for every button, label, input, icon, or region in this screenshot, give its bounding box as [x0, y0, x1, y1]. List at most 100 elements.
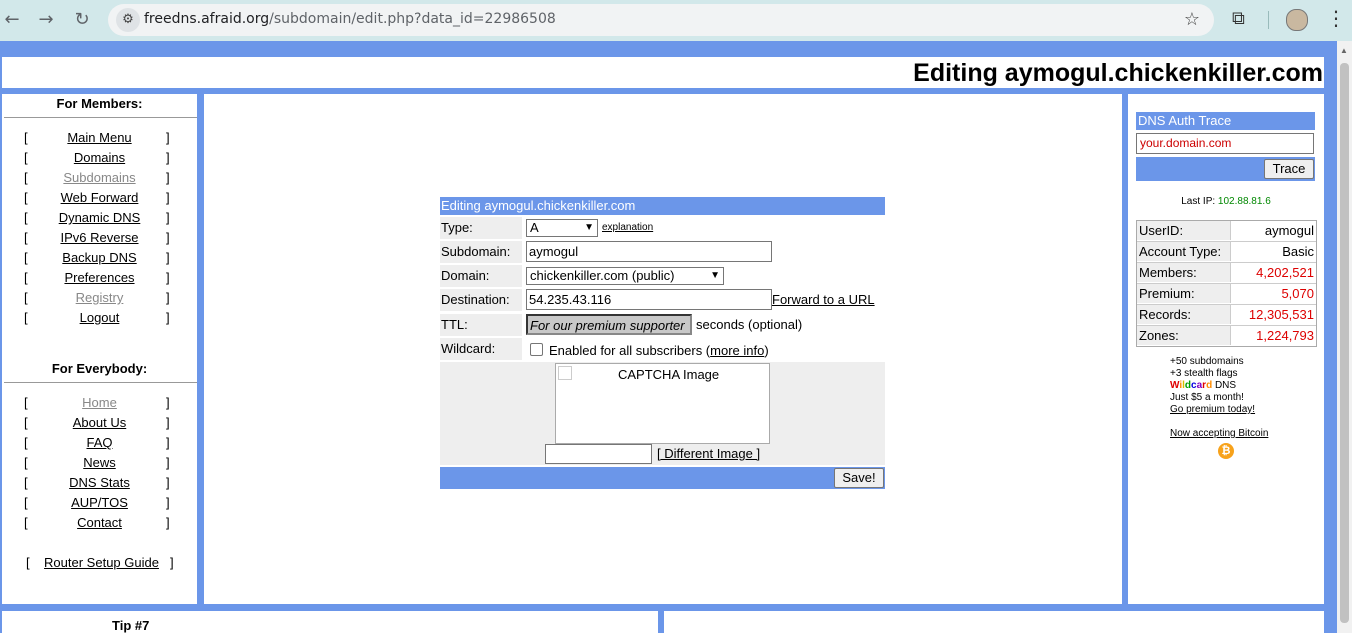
domain-select-value: chickenkiller.com (public) — [530, 268, 675, 283]
wildcard-close-paren: ) — [764, 343, 769, 358]
footer-left-panel: Tip #7 — [2, 611, 658, 633]
bracket-open: [ — [24, 310, 28, 325]
bracket-open: [ — [24, 270, 28, 285]
stats-key: Records: — [1137, 305, 1231, 324]
bracket-open: [ — [24, 210, 28, 225]
sidebar-item-subdomains: Subdomains[] — [2, 170, 197, 190]
forward-icon[interactable]: → — [34, 8, 58, 32]
wildcard-description: Enabled for all subscribers ( — [549, 343, 711, 358]
dns-trace-bar: Trace — [1136, 157, 1315, 181]
everybody-heading: For Everybody: — [51, 361, 148, 376]
promo-line: DNS — [1212, 380, 1237, 391]
stats-row: UserID: aymogul — [1137, 221, 1316, 242]
save-button[interactable]: Save! — [834, 468, 884, 488]
domain-field-wrap: chickenkiller.com (public) ▼ — [526, 267, 724, 285]
address-bar[interactable]: ⚙ freedns.afraid.org/subdomain/edit.php?… — [108, 4, 1214, 36]
wildcard-letter: W — [1170, 380, 1180, 391]
sidebar-item-news: News[] — [2, 455, 197, 475]
captcha-area: CAPTCHA Image [ Different Image ] — [440, 362, 885, 465]
last-ip-value: 102.88.81.6 — [1217, 196, 1271, 207]
sidebar-item-aup-tos: AUP/TOS[] — [2, 495, 197, 515]
page-banner: Editing aymogul.chickenkiller.com — [2, 57, 1324, 88]
bitcoin-icon: ₿ — [1218, 443, 1234, 459]
back-icon[interactable]: ← — [0, 8, 24, 32]
left-sidebar: For Members: Main Menu[] Domains[] Subdoma… — [2, 94, 197, 604]
forward-to-url-link[interactable]: Forward to a URL — [772, 292, 875, 307]
bracket-open: [ — [24, 150, 28, 165]
subdomain-input[interactable]: aymogul — [526, 241, 772, 262]
bracket-open: [ — [24, 495, 28, 510]
bracket-close: ] — [166, 415, 170, 430]
different-image-link[interactable]: [ Different Image ] — [657, 446, 760, 461]
stats-row: Members: 4,202,521 — [1137, 263, 1316, 284]
bracket-close: ] — [166, 170, 170, 185]
captcha-input[interactable] — [545, 444, 652, 464]
sidebar-item-backup-dns: Backup DNS[] — [2, 250, 197, 270]
sidebar-item-about-us: About Us[] — [2, 415, 197, 435]
bracket-close: ] — [166, 250, 170, 265]
browser-toolbar: ← → ↻ ⚙ freedns.afraid.org/subdomain/edi… — [0, 0, 1352, 41]
stats-key: UserID: — [1137, 221, 1231, 240]
browser-menu-icon[interactable]: ⋮ — [1326, 6, 1346, 30]
dns-trace-input[interactable]: your.domain.com — [1136, 133, 1314, 154]
bracket-open: [ — [24, 395, 28, 410]
type-select-value: A — [530, 220, 539, 235]
url-text[interactable]: freedns.afraid.org/subdomain/edit.php?da… — [144, 11, 556, 27]
sidebar-item-router-setup-guide: [ Router Setup Guide ] — [2, 555, 197, 575]
account-stats-table: UserID: aymogul Account Type: Basic Members:… — [1136, 220, 1317, 347]
bracket-open: [ — [24, 250, 28, 265]
bracket-close: ] — [166, 475, 170, 490]
captcha-alt-text: CAPTCHA Image — [618, 367, 720, 382]
stats-value: 4,202,521 — [1256, 265, 1314, 280]
wildcard-text: Enabled for all subscribers (more info) — [549, 343, 769, 358]
extensions-icon[interactable]: ⧉ — [1232, 8, 1245, 29]
members-heading: For Members: — [56, 96, 143, 111]
domain-select[interactable]: chickenkiller.com (public) ▼ — [526, 267, 724, 285]
url-host: freedns.afraid.org — [144, 11, 270, 27]
sidebar-item-logout: Logout[] — [2, 310, 197, 330]
ttl-field-wrap: For our premium supporter — [526, 314, 692, 335]
last-ip: Last IP: 102.88.81.6 — [1128, 196, 1324, 207]
promo-line: +50 subdomains — [1170, 356, 1244, 367]
bracket-open: [ — [24, 515, 28, 530]
right-sidebar: DNS Auth Trace your.domain.com Trace Las… — [1128, 94, 1324, 604]
domain-label: Domain: — [440, 265, 522, 287]
reload-icon[interactable]: ↻ — [70, 8, 94, 32]
subdomain-field-wrap: aymogul — [526, 241, 772, 262]
scroll-up-icon[interactable]: ▲ — [1340, 46, 1348, 55]
bracket-open: [ — [24, 170, 28, 185]
bracket-open: [ — [24, 130, 28, 145]
stats-row: Records: 12,305,531 — [1137, 305, 1316, 326]
subdomain-label: Subdomain: — [440, 241, 522, 263]
site-settings-icon[interactable]: ⚙ — [116, 8, 140, 32]
bracket-close: ] — [166, 495, 170, 510]
bracket-open: [ — [24, 415, 28, 430]
type-label: Type: — [440, 217, 522, 239]
more-info-link[interactable]: more info — [710, 343, 764, 358]
type-select[interactable]: A ▼ — [526, 219, 598, 237]
captcha-image: CAPTCHA Image — [555, 363, 770, 444]
tip-heading: Tip #7 — [112, 618, 150, 633]
divider — [4, 117, 197, 118]
stats-value: Basic — [1282, 244, 1314, 259]
stats-value: 12,305,531 — [1248, 307, 1314, 322]
trace-button[interactable]: Trace — [1264, 159, 1314, 179]
wildcard-checkbox[interactable] — [530, 343, 543, 356]
bracket-open: [ — [24, 190, 28, 205]
explanation-link[interactable]: explanation — [602, 222, 653, 233]
url-path: /subdomain/edit.php?data_id=22986508 — [269, 11, 556, 27]
page-title: Editing aymogul.chickenkiller.com — [913, 59, 1323, 87]
stats-value: aymogul — [1264, 223, 1314, 238]
ttl-label: TTL: — [440, 314, 522, 336]
main-content: Editing aymogul.chickenkiller.com Type: … — [204, 94, 1122, 604]
profile-avatar-icon[interactable] — [1286, 9, 1308, 31]
scrollbar-thumb[interactable] — [1340, 63, 1349, 623]
bookmark-star-icon[interactable]: ☆ — [1184, 9, 1200, 30]
bracket-close: ] — [170, 555, 174, 570]
bitcoin-link[interactable]: Now accepting Bitcoin — [1170, 428, 1268, 439]
destination-input[interactable]: 54.235.43.116 — [526, 289, 772, 310]
sidebar-item-main-menu: Main Menu[] — [2, 130, 197, 150]
go-premium-link[interactable]: Go premium today! — [1170, 404, 1255, 415]
sidebar-item-preferences: Preferences[] — [2, 270, 197, 290]
